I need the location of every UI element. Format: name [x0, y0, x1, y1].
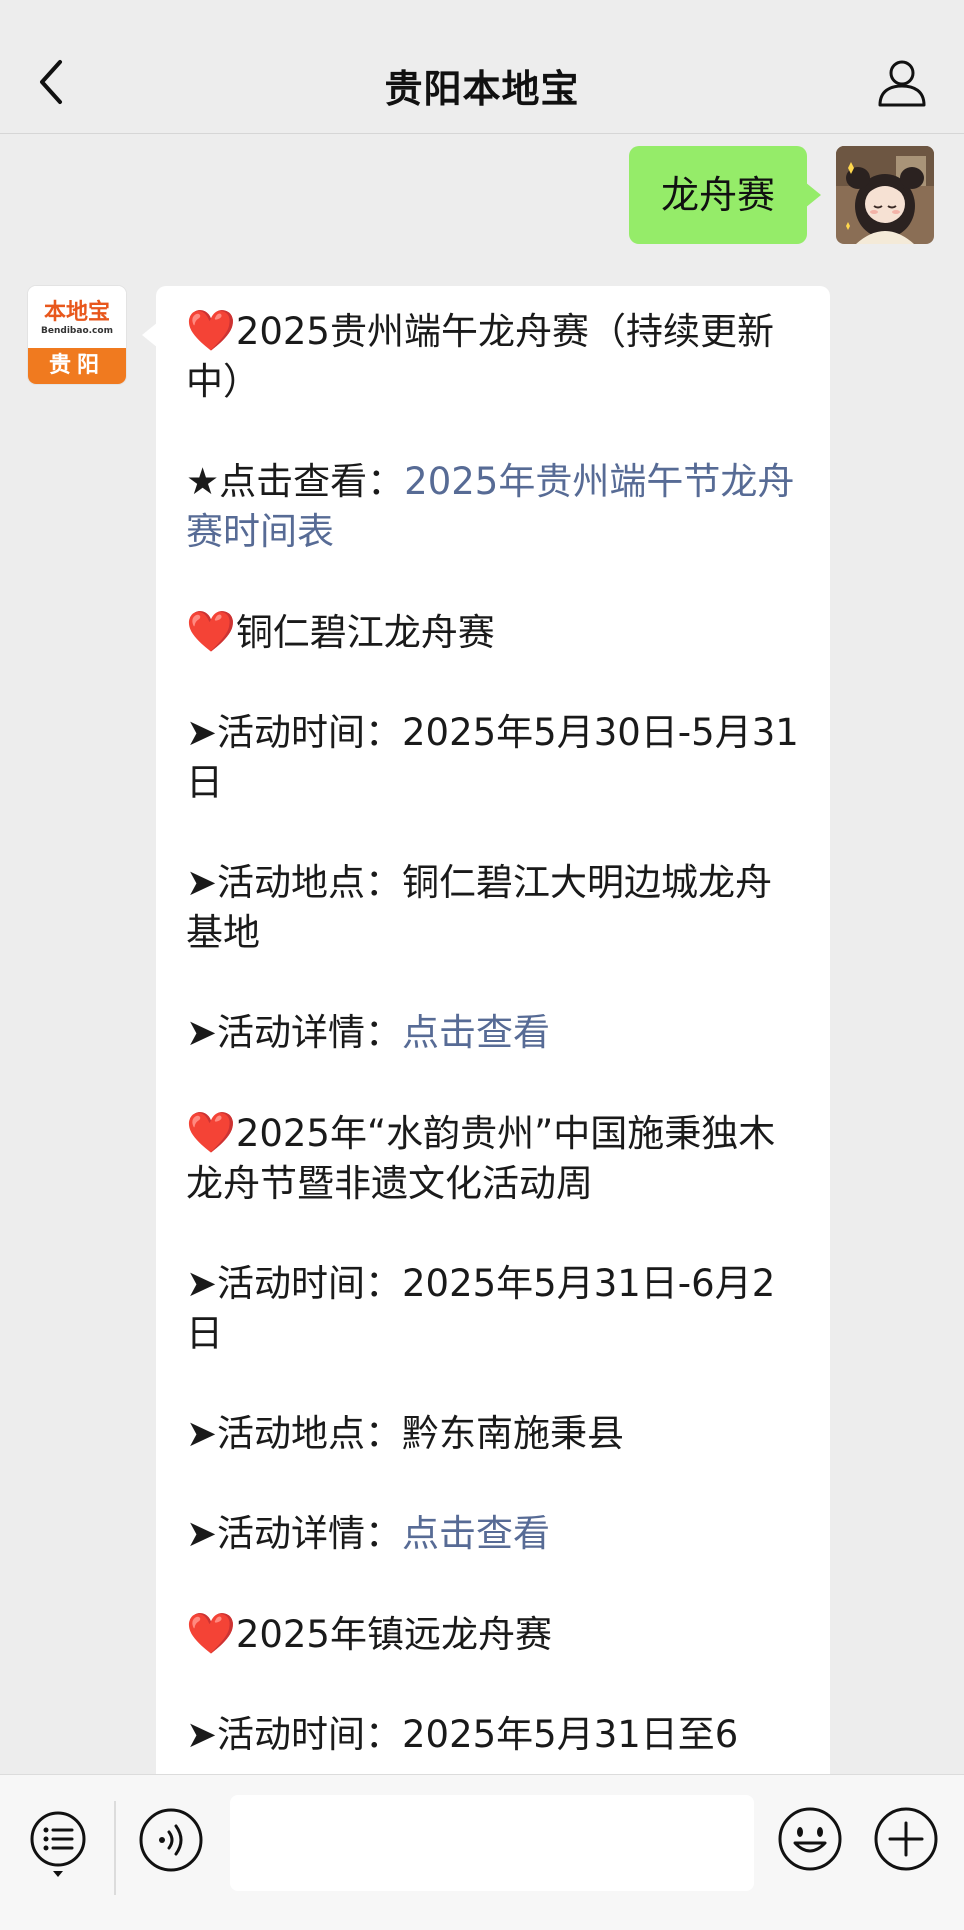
voice-icon	[139, 1808, 203, 1872]
outgoing-message-bubble[interactable]: 龙舟赛	[628, 146, 822, 244]
message-heading: ❤️2025贵州端午龙舟赛（持续更新中）	[186, 308, 774, 403]
menu-button[interactable]	[26, 1809, 90, 1881]
event-time: ➤活动时间：2025年5月31日-6月2日	[186, 1262, 776, 1355]
outgoing-message-text: 龙舟赛	[660, 173, 775, 217]
event-time: ➤活动时间：2025年5月30日-5月31日	[186, 711, 799, 804]
more-button[interactable]	[872, 1805, 940, 1873]
input-bar	[0, 1774, 964, 1930]
detail-link[interactable]: 点击查看	[402, 1011, 550, 1054]
event-place: ➤活动地点：黔东南施秉县	[186, 1412, 625, 1455]
logo-text: 本地宝	[43, 299, 110, 325]
anime-girl-avatar-icon	[836, 146, 934, 244]
smiley-icon	[778, 1807, 842, 1871]
list-menu-icon	[30, 1811, 86, 1877]
voice-button[interactable]	[138, 1807, 204, 1873]
incoming-message-bubble[interactable]: ❤️2025贵州端午龙舟赛（持续更新中） ★点击查看：2025年贵州端午节龙舟赛…	[142, 286, 830, 1774]
heart-icon: ❤️	[186, 1611, 236, 1657]
person-icon	[878, 60, 926, 107]
profile-button[interactable]	[874, 55, 930, 111]
event-detail: ➤活动详情：点击查看	[186, 1512, 551, 1555]
schedule-link-line: ★点击查看：2025年贵州端午节龙舟赛时间表	[186, 460, 795, 553]
page-title: 贵阳本地宝	[384, 67, 580, 111]
event-detail: ➤活动详情：点击查看	[186, 1011, 551, 1054]
top-bar: 贵阳本地宝	[0, 0, 964, 134]
user-avatar[interactable]	[836, 146, 934, 244]
divider	[114, 1801, 116, 1895]
logo-subtext: Bendibao.com	[41, 326, 113, 336]
heart-icon: ❤️	[186, 609, 236, 655]
heart-icon: ❤️	[186, 1110, 236, 1156]
event-title: ❤️2025年“水韵贵州”中国施秉独木龙舟节暨非遗文化活动周	[186, 1110, 776, 1205]
bot-avatar[interactable]: 本地宝 Bendibao.com 贵阳	[28, 286, 126, 384]
plus-icon	[874, 1807, 938, 1871]
event-time: ➤活动时间：2025年5月31日至6	[186, 1713, 739, 1756]
message-input[interactable]	[230, 1795, 754, 1891]
logo-city: 贵阳	[28, 348, 126, 384]
bendibao-logo: 本地宝 Bendibao.com	[28, 286, 126, 348]
detail-link[interactable]: 点击查看	[402, 1512, 550, 1555]
event-title: ❤️铜仁碧江龙舟赛	[186, 609, 495, 655]
heart-icon: ❤️	[186, 308, 236, 354]
event-place: ➤活动地点：铜仁碧江大明边城龙舟基地	[186, 861, 773, 954]
chat-area[interactable]: 龙舟赛 本地宝 Bendibao.com 贵阳 ❤️2025贵州端午龙舟赛（持续…	[0, 134, 964, 1774]
emoji-button[interactable]	[776, 1805, 844, 1873]
event-title: ❤️2025年镇远龙舟赛	[186, 1611, 552, 1657]
